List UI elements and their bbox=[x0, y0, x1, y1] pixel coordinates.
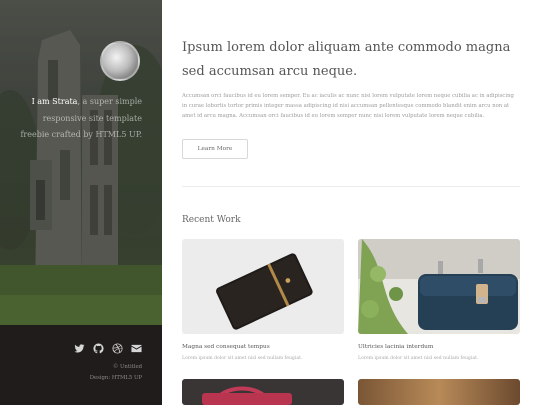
social-links bbox=[74, 343, 142, 354]
bag-image[interactable] bbox=[358, 239, 520, 334]
work-title[interactable]: Ultricies lacinia interdum bbox=[358, 344, 433, 350]
twitter-icon[interactable] bbox=[74, 343, 85, 354]
work-title[interactable]: Magna sed consequat tempus bbox=[182, 344, 270, 350]
work-card[interactable] bbox=[358, 379, 520, 405]
avatar[interactable] bbox=[100, 41, 140, 81]
envelope-icon[interactable] bbox=[131, 343, 142, 354]
copyright-text: © Untitled bbox=[112, 364, 142, 370]
main-content: Ipsum lorem dolor aliquam ante commodo m… bbox=[162, 0, 540, 405]
work-description: Lorem ipsum dolor sit amet nisl sed null… bbox=[182, 356, 303, 361]
headline: Ipsum lorem dolor aliquam ante commodo m… bbox=[182, 40, 511, 79]
dribbble-icon[interactable] bbox=[112, 343, 123, 354]
learn-more-button[interactable]: Learn More bbox=[182, 139, 248, 159]
work-card[interactable]: Ultricies lacinia interdum Lorem ipsum d… bbox=[358, 239, 520, 361]
sidebar-background-photo bbox=[0, 0, 162, 325]
handbag-image[interactable] bbox=[182, 379, 344, 405]
sidebar-intro: I am Strata, a super simple responsive s… bbox=[12, 94, 142, 144]
work-card[interactable] bbox=[182, 379, 344, 405]
notebook-image[interactable] bbox=[182, 239, 344, 334]
divider bbox=[182, 186, 520, 187]
work-card[interactable]: Magna sed consequat tempus Lorem ipsum d… bbox=[182, 239, 344, 361]
section-title: Recent Work bbox=[182, 215, 241, 225]
sidebar-copyright: © Untitled Design: HTML5 UP bbox=[90, 362, 142, 384]
sidebar: I am Strata, a super simple responsive s… bbox=[0, 0, 162, 405]
abbey-ruins-illustration bbox=[0, 0, 162, 325]
leather-image[interactable] bbox=[358, 379, 520, 405]
credit-link[interactable]: Design: HTML5 UP bbox=[90, 373, 142, 384]
intro-description: Accumsan orci faucibus id eu lorem sempe… bbox=[182, 93, 514, 119]
intro-name: I am Strata bbox=[31, 97, 78, 106]
work-description: Lorem ipsum dolor sit amet nisl sed null… bbox=[358, 356, 479, 361]
github-icon[interactable] bbox=[93, 343, 104, 354]
